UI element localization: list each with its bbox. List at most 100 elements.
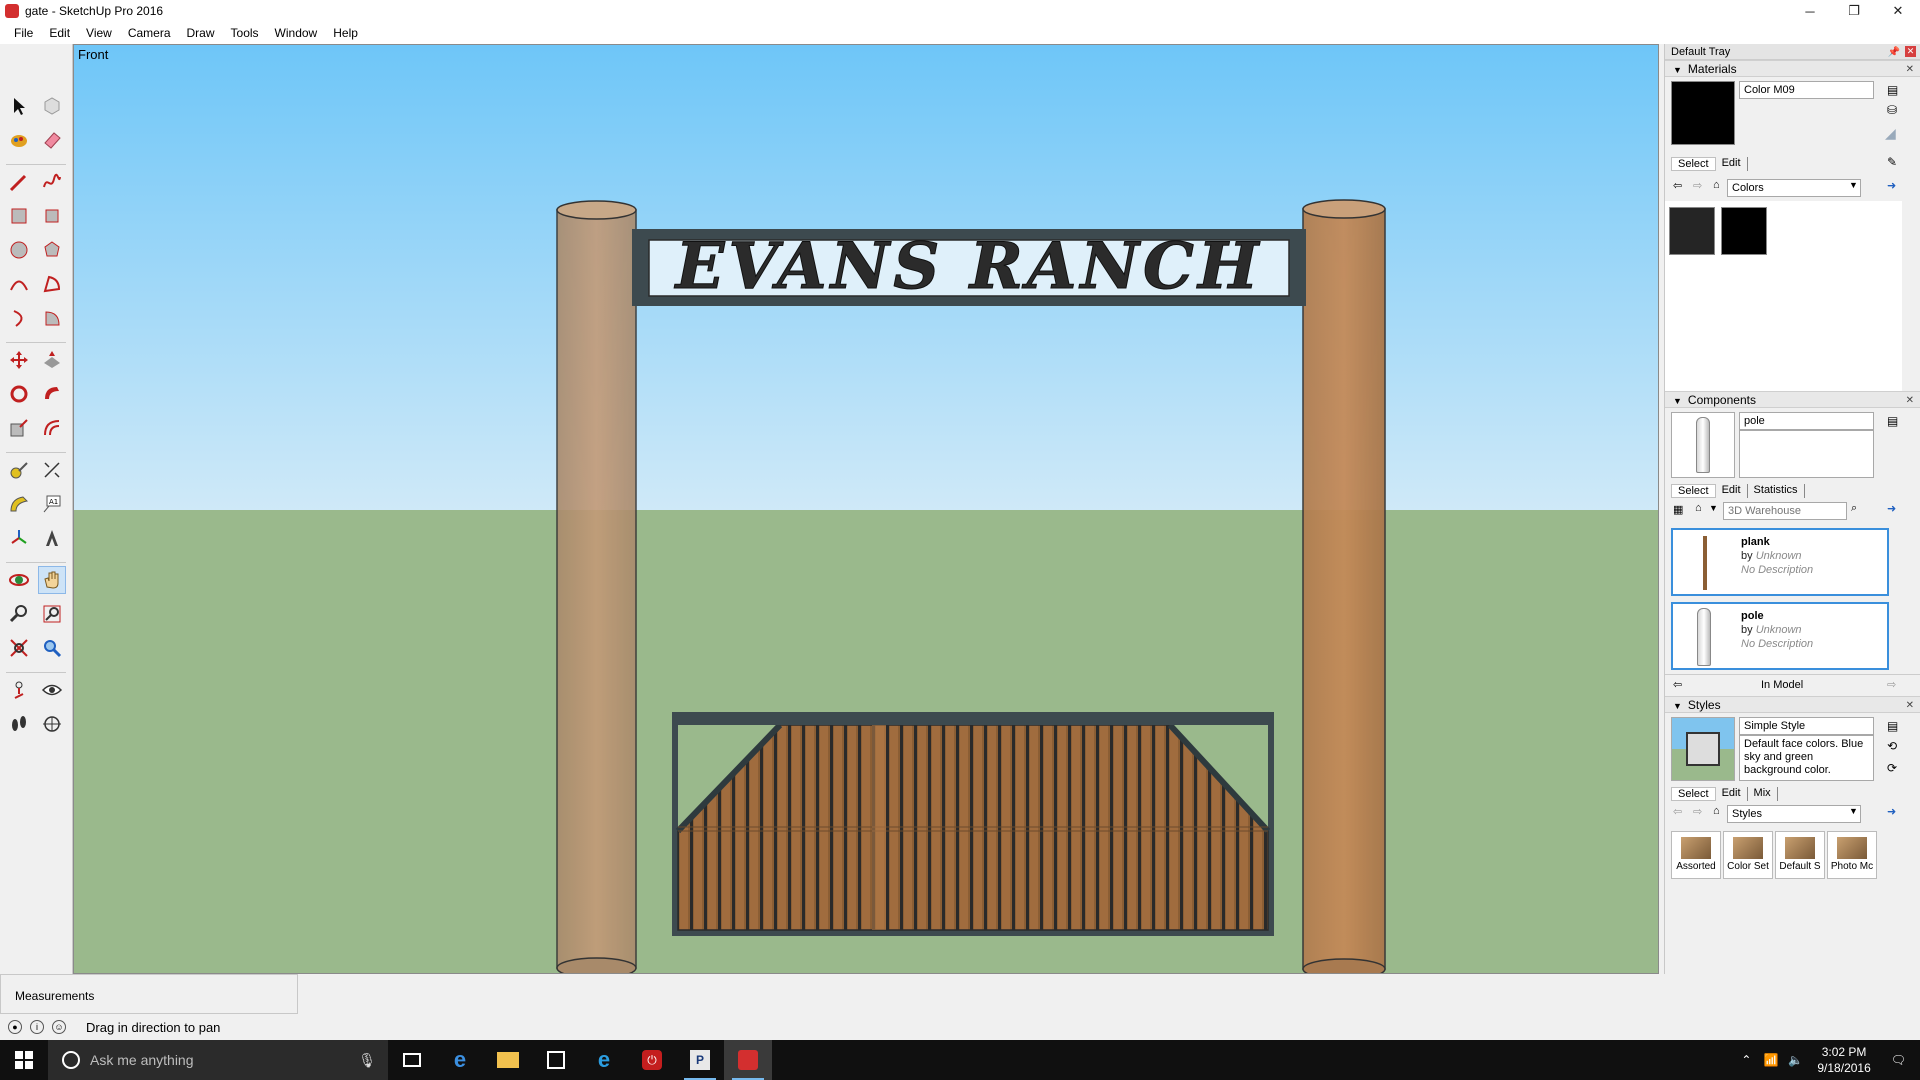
left-pole[interactable] <box>556 200 637 974</box>
details-arrow-icon[interactable]: ➜ <box>1887 805 1896 818</box>
home-icon[interactable]: ⌂ <box>1713 179 1720 191</box>
eyedropper-icon[interactable]: ✎ <box>1887 155 1897 169</box>
rotate-tool[interactable] <box>5 380 33 408</box>
details-arrow-icon[interactable]: ➜ <box>1887 502 1896 515</box>
materials-tab-edit[interactable]: Edit <box>1716 157 1748 171</box>
material-swatch[interactable] <box>1721 207 1767 255</box>
measurements-box[interactable]: Measurements <box>0 974 298 1014</box>
menu-help[interactable]: Help <box>325 26 366 40</box>
styles-panel-header[interactable]: ▼ Styles ✕ <box>1665 696 1920 713</box>
back-arrow-icon[interactable]: ⇦ <box>1673 179 1682 192</box>
components-tab-edit[interactable]: Edit <box>1716 484 1748 498</box>
section-plane-tool[interactable] <box>38 710 66 738</box>
zoom-window-tool[interactable] <box>38 600 66 628</box>
user-icon[interactable]: ☺ <box>52 1020 66 1034</box>
sketchup-taskbar-button[interactable] <box>724 1040 772 1080</box>
search-icon[interactable]: ⌕ <box>1851 502 1857 515</box>
polygon-tool[interactable] <box>38 236 66 264</box>
back-arrow-icon[interactable]: ⇦ <box>1673 805 1682 818</box>
zoom-tool[interactable] <box>5 600 33 628</box>
menu-draw[interactable]: Draw <box>179 26 223 40</box>
network-icon[interactable]: 📶 <box>1763 1053 1778 1067</box>
protractor-tool[interactable] <box>5 490 33 518</box>
task-view-button[interactable] <box>388 1040 436 1080</box>
warehouse-search-input[interactable] <box>1723 502 1847 520</box>
publisher-app-button[interactable]: P <box>676 1040 724 1080</box>
maximize-button[interactable]: ❐ <box>1832 0 1876 22</box>
text-tool[interactable]: A1 <box>38 490 66 518</box>
create-style-icon[interactable]: ▤ <box>1887 719 1898 733</box>
store-button[interactable] <box>532 1040 580 1080</box>
components-tab-statistics[interactable]: Statistics <box>1748 484 1805 498</box>
look-around-tool[interactable] <box>38 676 66 704</box>
close-button[interactable]: ✕ <box>1876 0 1920 22</box>
component-description-field[interactable] <box>1739 430 1874 478</box>
update-style-icon[interactable]: ⟲ <box>1887 739 1897 753</box>
internet-explorer-button[interactable]: e <box>580 1040 628 1080</box>
style-folder-assorted[interactable]: Assorted <box>1671 831 1721 879</box>
right-pole[interactable] <box>1302 199 1386 974</box>
menu-file[interactable]: File <box>6 26 41 40</box>
create-material-icon[interactable]: ▤ <box>1887 83 1898 97</box>
components-close-icon[interactable]: ✕ <box>1906 392 1914 409</box>
materials-close-icon[interactable]: ✕ <box>1906 61 1914 78</box>
sample-paint-icon[interactable]: ⛁ <box>1887 103 1897 117</box>
push-pull-tool[interactable] <box>38 346 66 374</box>
refresh-icon[interactable]: ⟳ <box>1887 761 1897 775</box>
menu-tools[interactable]: Tools <box>223 26 267 40</box>
two-point-arc-tool[interactable] <box>38 270 66 298</box>
orbit-tool[interactable] <box>5 566 33 594</box>
zoom-extents-tool[interactable] <box>5 634 33 662</box>
style-folder-color-set[interactable]: Color Set <box>1723 831 1773 879</box>
styles-library-select[interactable]: Styles <box>1727 805 1861 823</box>
home-icon[interactable]: ⌂ <box>1713 805 1720 817</box>
action-center-icon[interactable]: 🗨 <box>1891 1053 1906 1067</box>
forward-arrow-icon[interactable]: ⇨ <box>1693 179 1702 192</box>
component-item-plank[interactable]: plank by Unknown No Description <box>1671 528 1889 596</box>
materials-tab-select[interactable]: Select <box>1671 157 1716 171</box>
dimension-tool[interactable] <box>38 456 66 484</box>
tray-close-button[interactable]: ✕ <box>1905 46 1916 57</box>
pin-icon[interactable]: 📌 <box>1888 45 1900 61</box>
component-name-field[interactable]: pole <box>1739 412 1874 430</box>
styles-tab-select[interactable]: Select <box>1671 787 1716 801</box>
forward-arrow-icon[interactable]: ⇨ <box>1887 678 1896 691</box>
components-panel-header[interactable]: ▼ Components ✕ <box>1665 391 1920 408</box>
position-camera-tool[interactable] <box>5 676 33 704</box>
previous-view-tool[interactable] <box>38 634 66 662</box>
style-description-field[interactable]: Default face colors. Blue sky and green … <box>1739 735 1874 781</box>
power-app-button[interactable]: ⏻ <box>628 1040 676 1080</box>
menu-edit[interactable]: Edit <box>41 26 78 40</box>
clock[interactable]: 3:02 PM 9/18/2016 <box>1817 1044 1870 1076</box>
view-options-icon[interactable]: ▦ <box>1673 503 1683 516</box>
start-button[interactable] <box>0 1040 48 1080</box>
chevron-up-icon[interactable]: ⌃ <box>1741 1053 1751 1067</box>
pie-tool[interactable] <box>38 304 66 332</box>
component-details-icon[interactable]: ▤ <box>1887 414 1898 428</box>
gate[interactable] <box>672 712 1274 936</box>
circle-tool[interactable] <box>5 236 33 264</box>
style-folder-default[interactable]: Default S <box>1775 831 1825 879</box>
style-folder-photo[interactable]: Photo Mc <box>1827 831 1877 879</box>
chevron-down-icon[interactable]: ▼ <box>1849 806 1858 816</box>
walk-tool[interactable] <box>5 710 33 738</box>
3d-text-tool[interactable] <box>38 524 66 552</box>
menu-view[interactable]: View <box>78 26 120 40</box>
volume-icon[interactable]: 🔈 <box>1788 1053 1803 1067</box>
forward-arrow-icon[interactable]: ⇨ <box>1693 805 1702 818</box>
line-tool[interactable] <box>5 168 33 196</box>
drawing-viewport[interactable]: Front EVANS RANCH <box>73 44 1659 974</box>
components-tab-select[interactable]: Select <box>1671 484 1716 498</box>
material-name-field[interactable]: Color M09 <box>1739 81 1874 99</box>
freehand-tool[interactable] <box>38 168 66 196</box>
edge-button[interactable]: e <box>436 1040 484 1080</box>
styles-close-icon[interactable]: ✕ <box>1906 697 1914 714</box>
details-arrow-icon[interactable]: ➜ <box>1887 179 1896 192</box>
rectangle-tool[interactable] <box>5 202 33 230</box>
materials-panel-header[interactable]: ▼ Materials ✕ <box>1665 60 1920 77</box>
credits-icon[interactable]: i <box>30 1020 44 1034</box>
axes-tool[interactable] <box>5 524 33 552</box>
eraser-tool[interactable] <box>38 126 66 154</box>
home-icon[interactable]: ⌂ <box>1695 502 1702 514</box>
move-tool[interactable] <box>5 346 33 374</box>
